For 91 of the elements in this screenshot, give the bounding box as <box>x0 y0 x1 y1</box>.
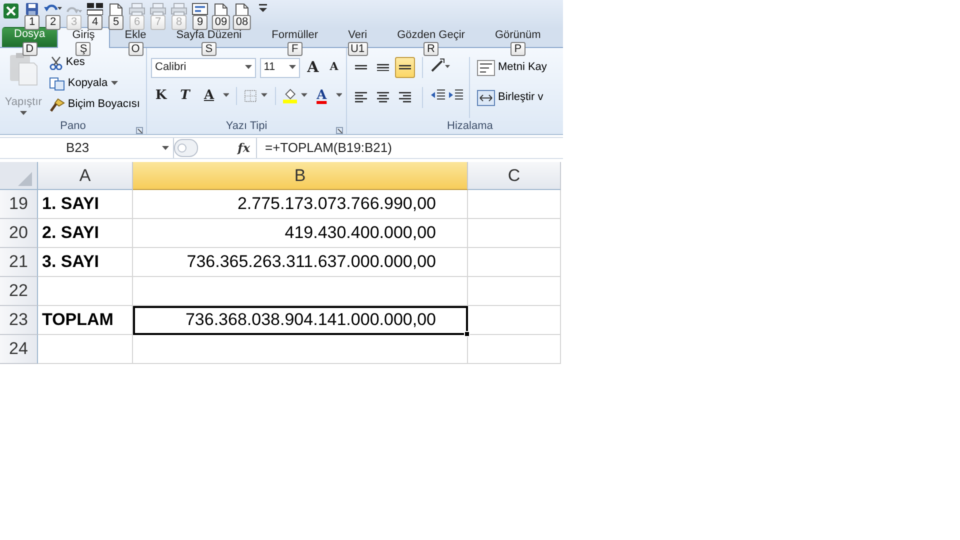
copy-icon <box>48 76 65 90</box>
table-cell: 736.365.263.311.637.000.000,00 <box>133 248 468 277</box>
wrap-text-button[interactable]: Metni Kay <box>475 57 549 78</box>
row-header[interactable]: 19 <box>0 190 38 219</box>
keytip: F <box>287 42 302 56</box>
caret-icon <box>110 81 118 86</box>
keytip: 1 <box>24 15 40 30</box>
page-icon <box>109 3 123 17</box>
fill-handle[interactable] <box>464 331 470 337</box>
merge-button[interactable]: Birleştir v <box>475 87 549 108</box>
keytip: 2 <box>46 15 60 30</box>
group-title: Yazı Tipi <box>226 118 268 134</box>
table-cell: 419.430.400.000,00 <box>133 219 468 248</box>
wrap-text-icon <box>477 60 495 76</box>
align-left-icon <box>355 92 367 103</box>
fill-color-icon <box>282 88 298 104</box>
insert-function-button[interactable]: fx <box>232 139 256 157</box>
keytip: 6 <box>130 15 144 30</box>
column-header[interactable]: A <box>38 162 133 190</box>
align-middle-icon <box>377 64 389 72</box>
font-color-button[interactable]: A <box>312 85 332 106</box>
table-cell: 1. SAYI <box>38 190 133 219</box>
keytip: R <box>424 42 438 56</box>
table-cell: 736.368.038.904.141.000.000,00 <box>133 306 468 335</box>
caret-icon <box>162 146 169 150</box>
alignment-button[interactable] <box>395 57 415 78</box>
keytip: Ş <box>76 42 91 56</box>
keytip: O <box>128 42 143 56</box>
row-header[interactable]: 20 <box>0 219 38 248</box>
customize-icon <box>259 3 267 13</box>
keytip: 8 <box>172 15 186 30</box>
dialog-launcher-icon <box>136 126 143 134</box>
caret-icon <box>336 93 342 98</box>
undo-icon <box>44 3 62 12</box>
spreadsheet-logo-icon <box>3 3 19 19</box>
row-header[interactable]: 21 <box>0 248 38 277</box>
caret-icon <box>223 93 230 98</box>
keytip: 4 <box>88 15 102 30</box>
row-header[interactable]: 23 <box>0 306 38 335</box>
group-title: Pano <box>60 118 86 134</box>
column-header[interactable]: B <box>133 162 468 190</box>
table-cell: 3. SAYI <box>38 248 133 277</box>
align-bottom-icon <box>399 65 411 70</box>
form-icon <box>192 3 208 15</box>
borders-icon <box>244 88 258 102</box>
caret-icon <box>301 93 308 98</box>
row-header[interactable]: 24 <box>0 335 38 364</box>
dialog-launcher-icon <box>336 126 343 134</box>
keytip: 08 <box>232 15 252 30</box>
format-painter-button[interactable]: Biçim Boyacısı <box>46 94 142 115</box>
underline-button[interactable]: A <box>199 85 219 106</box>
align-top-icon <box>355 65 367 70</box>
paintbrush-icon <box>48 98 65 112</box>
page-icon <box>214 3 228 17</box>
font-name-dropdown[interactable]: Calibri <box>151 58 256 78</box>
formula-text: =+TOPLAM(B19:B21) <box>265 139 392 158</box>
keytip: P <box>510 42 526 56</box>
keytip: 3 <box>66 15 82 30</box>
align-right-icon <box>399 92 411 103</box>
clipboard-icon <box>8 52 38 86</box>
caret-icon <box>261 93 268 98</box>
page-icon <box>235 3 249 17</box>
table-cell: TOPLAM <box>38 306 133 335</box>
group-title: Hizalama <box>447 118 493 134</box>
caret-icon <box>289 65 296 70</box>
table-cell: 2. SAYI <box>38 219 133 248</box>
column-header[interactable]: C <box>468 162 561 190</box>
table-cell: 2.775.173.073.766.990,00 <box>133 190 468 219</box>
grow-font-button[interactable]: A <box>304 57 322 78</box>
align-center-icon <box>377 92 389 103</box>
text-angle-icon <box>430 57 450 73</box>
font-size-dropdown[interactable]: 11 <box>260 58 300 78</box>
scissors-icon <box>48 56 63 70</box>
keytip: 7 <box>150 15 166 30</box>
keytip: 5 <box>108 15 124 30</box>
keytip: S <box>201 42 216 56</box>
merge-cells-icon <box>477 90 495 106</box>
row-header[interactable]: 22 <box>0 277 38 306</box>
copy-button[interactable]: Kopyala <box>46 73 142 94</box>
bold-button[interactable]: K <box>151 85 171 106</box>
keytip: 09 <box>212 15 230 30</box>
caret-icon <box>20 110 27 116</box>
shrink-font-button[interactable]: A <box>326 57 342 78</box>
italic-button[interactable]: T <box>175 85 195 106</box>
save-icon <box>26 3 38 15</box>
keytip: U1 <box>348 42 368 56</box>
caret-icon <box>244 65 252 70</box>
keytip: D <box>22 42 38 56</box>
name-box[interactable]: B23 <box>0 138 90 158</box>
keytip: 9 <box>192 15 208 30</box>
table-icon <box>87 3 103 15</box>
